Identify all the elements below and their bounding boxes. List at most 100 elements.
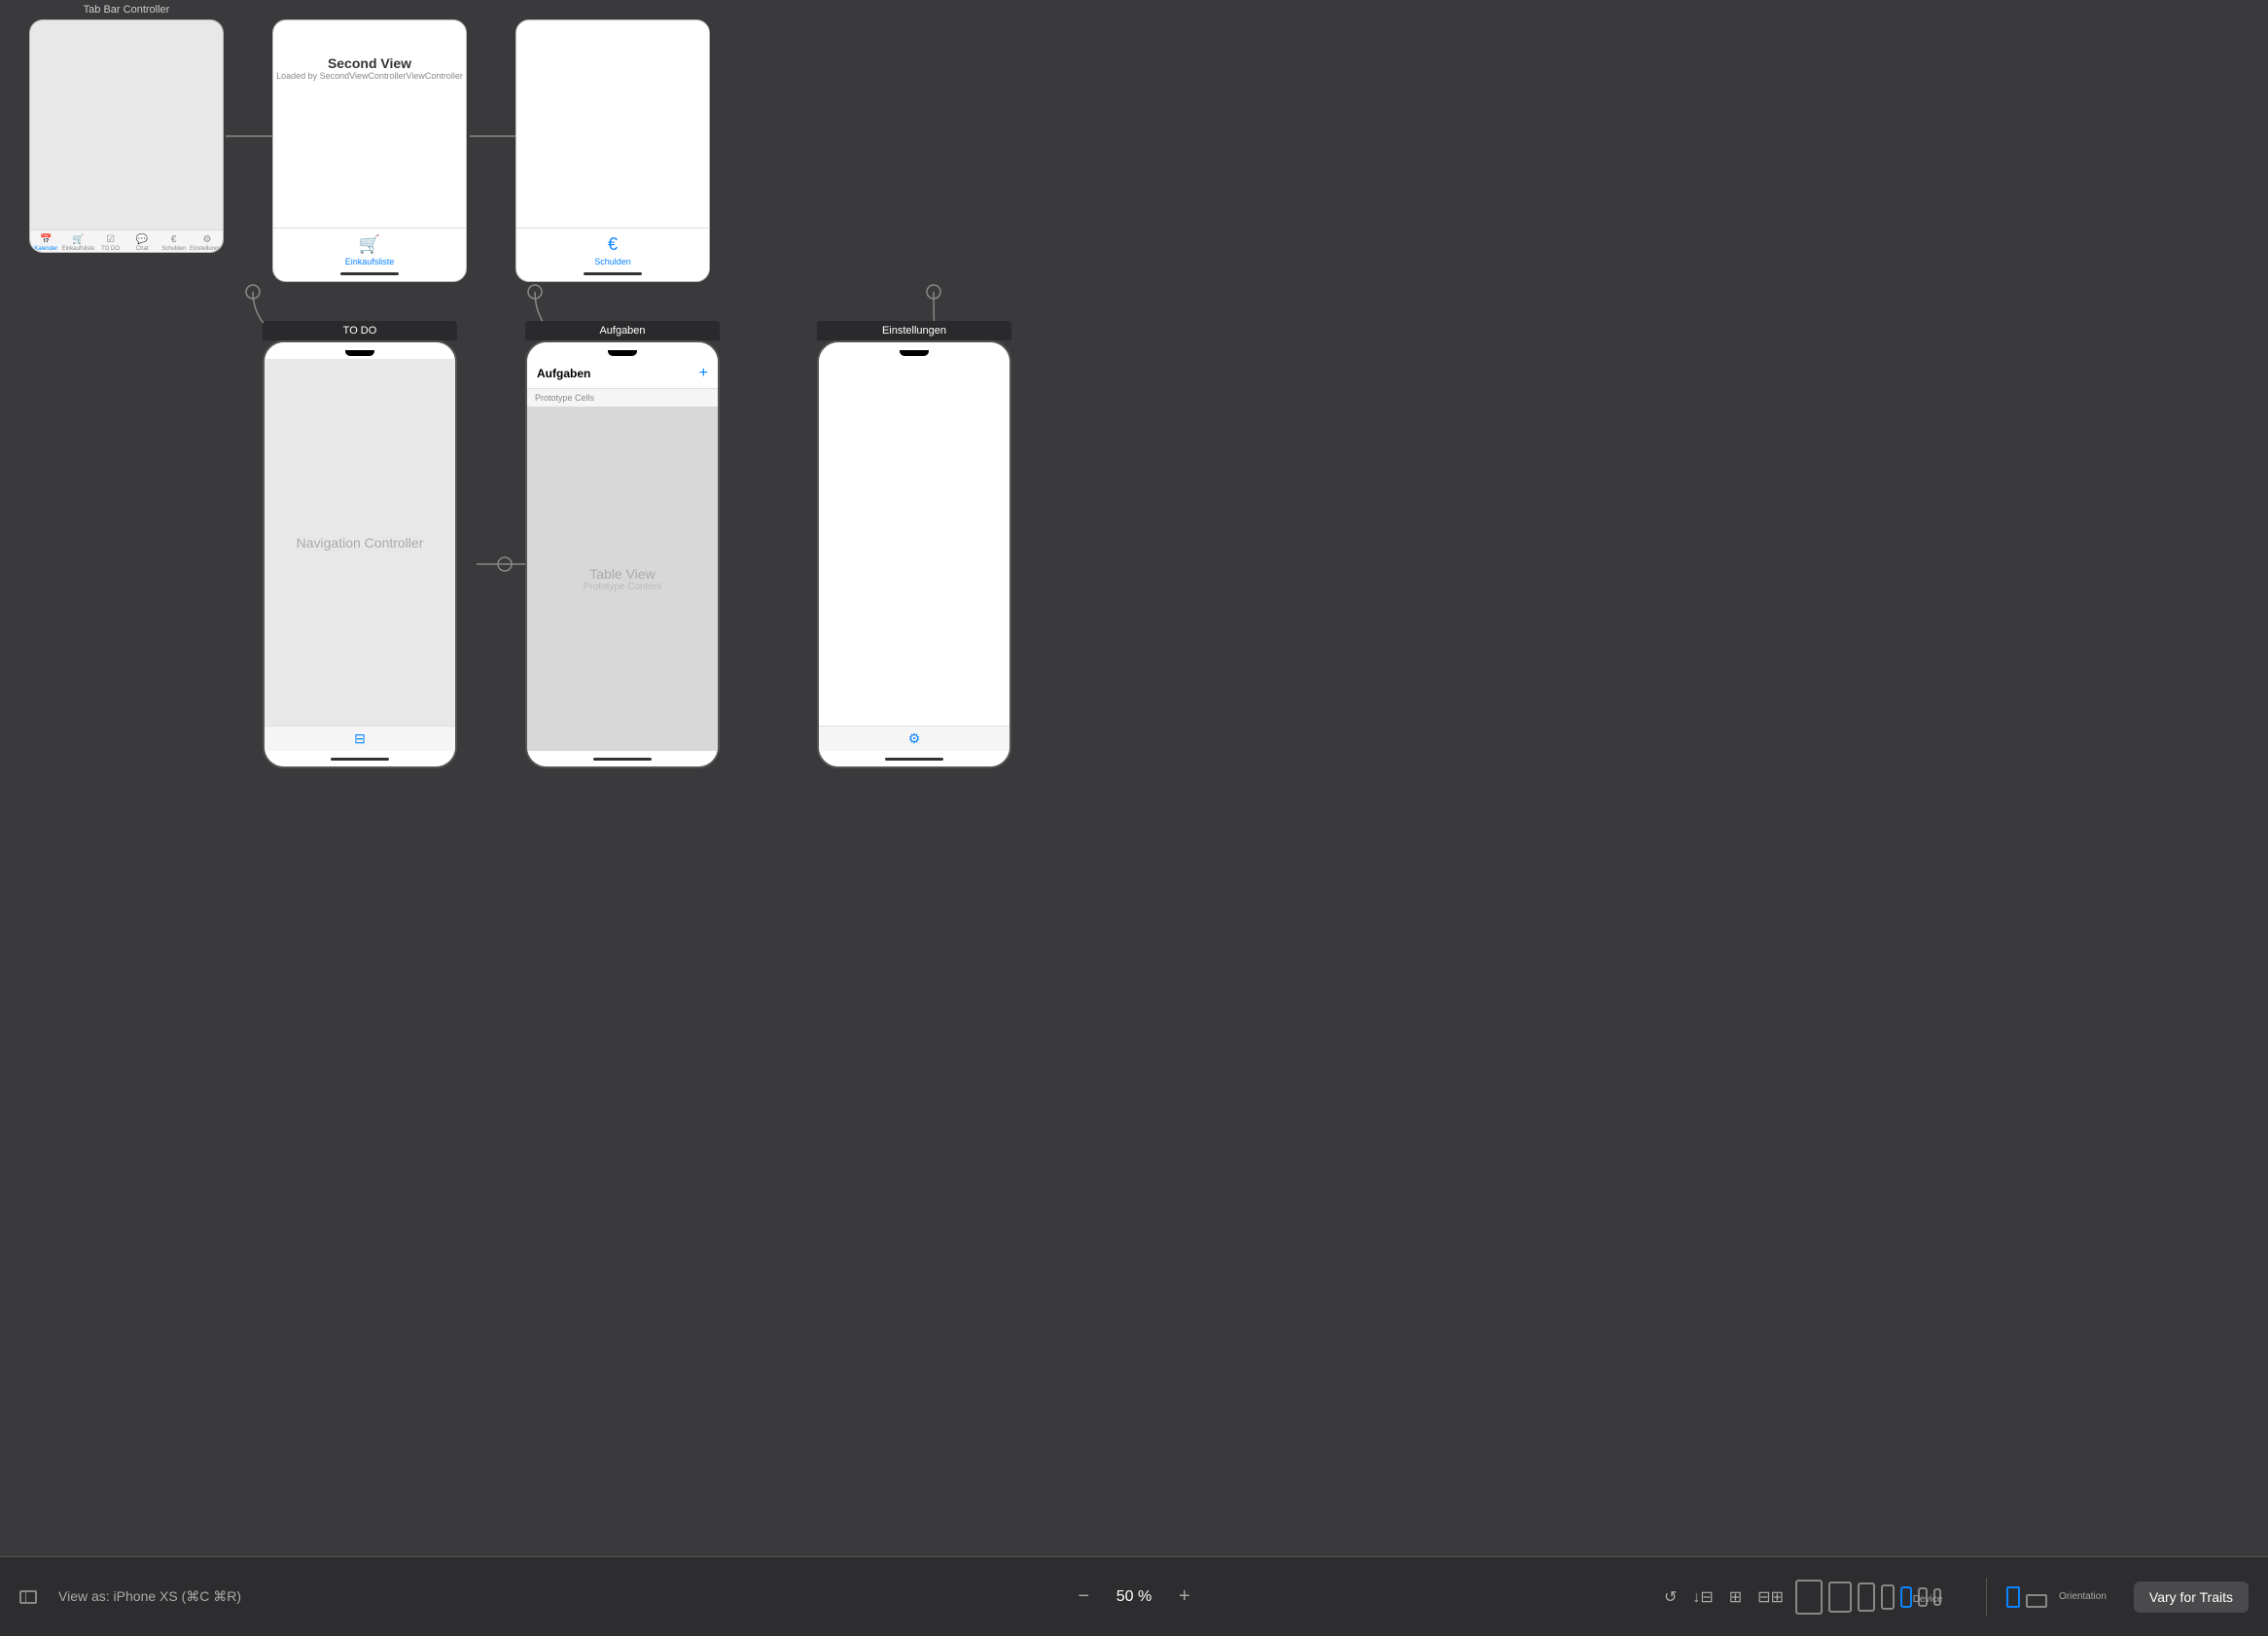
- toolbar-right: ↺ ↓⊟ ⊞ ⊟⊞: [1660, 1578, 2249, 1617]
- second-view-iphone: Second View Loaded by SecondViewControll…: [272, 19, 467, 282]
- scene-todo-nav-controller: TO DO 9:41 ▪▪▪ Navigation Controller ⊟: [263, 321, 457, 768]
- scene-einstellungen: Einstellungen 9:41 ▪▪▪ ⚙: [817, 321, 1011, 768]
- table-view-content: Table View Prototype Content: [527, 407, 718, 751]
- iphone-large-shape: [1858, 1583, 1875, 1612]
- kalender-label: Kalender: [34, 246, 57, 252]
- aufgaben-iphone: 9:41 ▪▪▪ Aufgaben + Prototype Cells Tabl…: [525, 340, 720, 768]
- aufgaben-add-button[interactable]: +: [699, 365, 708, 382]
- tab-chat[interactable]: 💬 Chat: [126, 234, 159, 252]
- einstellungen-label: Einstellungen: [190, 246, 224, 252]
- aufgaben-nav-bar: Aufgaben +: [527, 359, 718, 389]
- einstellungen-status-icons: ▪▪▪: [991, 349, 998, 356]
- settings-bottom-icon: ⚙: [908, 730, 921, 747]
- notch: [345, 350, 374, 356]
- portrait-icon[interactable]: [2006, 1586, 2020, 1608]
- aufgaben-status-icons: ▪▪▪: [699, 349, 706, 356]
- second-view-home-bar: [340, 272, 399, 275]
- chat-label: Chat: [136, 246, 149, 252]
- nav-controller-content: Navigation Controller: [265, 359, 455, 726]
- einstellungen-home-bar: [819, 751, 1010, 766]
- prototype-cells-label: Prototype Cells: [527, 389, 718, 407]
- device-ipad-medium[interactable]: [1828, 1582, 1852, 1613]
- third-view-tab-icon: €: [608, 234, 618, 255]
- aufgaben-home-bar-line: [593, 758, 652, 761]
- vary-for-traits-button[interactable]: Vary for Traits: [2134, 1582, 2249, 1613]
- third-view-tab-label: Schulden: [594, 257, 631, 267]
- third-view-bottom-bar: € Schulden: [516, 228, 709, 281]
- aufgaben-time: 9:41: [539, 348, 554, 357]
- tab-bar-screen: 📅 Kalender 🛒 Einkaufsliste ☑ TO DO 💬 Cha…: [30, 20, 224, 253]
- table-view-label: Table View: [589, 566, 655, 582]
- todo-nav-header: TO DO: [263, 321, 457, 340]
- refresh-icon-button[interactable]: ↺: [1660, 1583, 1681, 1611]
- second-view-tab-label: Einkaufsliste: [345, 257, 395, 267]
- fit-width-button[interactable]: ⊞: [1725, 1583, 1746, 1611]
- bottom-toolbar: View as: iPhone XS (⌘C ⌘R) − 50 % + ↺ ↓⊟…: [0, 1556, 2268, 1636]
- tab-einkaufsliste[interactable]: 🛒 Einkaufsliste: [62, 234, 95, 252]
- todo-nav-iphone: 9:41 ▪▪▪ Navigation Controller ⊟: [263, 340, 457, 768]
- third-view-iphone: € Schulden: [515, 19, 710, 282]
- tab-einstellungen[interactable]: ⚙ Einstellungen: [190, 234, 224, 252]
- todo-nav-time: 9:41: [276, 348, 292, 357]
- kalender-icon: 📅: [40, 234, 52, 245]
- portrait-shape: [2006, 1586, 2020, 1608]
- einstellungen-bottom-icon: ⚙: [819, 726, 1010, 751]
- einkaufsliste-label: Einkaufsliste: [62, 246, 95, 252]
- device-iphone-large[interactable]: [1858, 1583, 1875, 1612]
- einstellungen-time: 9:41: [831, 348, 846, 357]
- einkaufsliste-icon: 🛒: [72, 234, 84, 245]
- tab-schulden[interactable]: € Schulden: [158, 234, 190, 252]
- tab-todo[interactable]: ☑ TO DO: [94, 234, 126, 252]
- scene-third-view: € Schulden: [515, 19, 710, 292]
- einstellungen-notch: [900, 350, 929, 356]
- todo-tab-icon: ☑: [106, 234, 115, 245]
- ipad-large-shape: [1795, 1580, 1823, 1615]
- second-view-subtitle: Loaded by SecondViewControllerViewContro…: [276, 71, 463, 81]
- aufgaben-home-bar: [527, 751, 718, 766]
- second-view-bottom-bar: 🛒 Einkaufsliste: [273, 228, 466, 281]
- view-as-label: View as: iPhone XS (⌘C ⌘R): [58, 1588, 241, 1605]
- einstellungen-icon: ⚙: [203, 234, 212, 245]
- iphone-medium-shape: [1881, 1584, 1895, 1610]
- todo-tab-label: TO DO: [101, 246, 120, 252]
- landscape-shape: [2026, 1594, 2047, 1608]
- toggle-sidebar-icon[interactable]: [19, 1590, 37, 1604]
- expand-button[interactable]: ⊟⊞: [1754, 1583, 1788, 1611]
- tab-bar-content-area: [30, 20, 224, 230]
- device-size-icons: Device: [1795, 1580, 1947, 1615]
- second-view-tab-icon: 🛒: [359, 234, 380, 255]
- third-view-home-bar: [584, 272, 642, 275]
- tab-bar-iphone-frame: 📅 Kalender 🛒 Einkaufsliste ☑ TO DO 💬 Cha…: [29, 19, 224, 253]
- einstellungen-content: [819, 359, 1010, 726]
- orientation-label: Orientation: [2059, 1591, 2107, 1602]
- aufgaben-notch: [608, 350, 637, 356]
- device-iphone-medium[interactable]: [1881, 1584, 1895, 1610]
- schulden-icon: €: [171, 234, 177, 245]
- zoom-out-button[interactable]: −: [1074, 1585, 1093, 1608]
- device-label: Device: [1908, 1594, 1947, 1605]
- scene-aufgaben: Aufgaben 9:41 ▪▪▪ Aufgaben + Prototype C…: [525, 321, 720, 768]
- aufgaben-nav-title: Aufgaben: [537, 367, 590, 380]
- tab-bar-controller-title: Tab Bar Controller: [29, 4, 224, 16]
- tab-kalender[interactable]: 📅 Kalender: [30, 234, 62, 252]
- orientation-icons: [2006, 1586, 2047, 1608]
- nav-controller-label: Navigation Controller: [297, 535, 424, 551]
- einstellungen-header: Einstellungen: [817, 321, 1011, 340]
- scene-second-view: Second View Loaded by SecondViewControll…: [272, 19, 467, 292]
- todo-nav-home-bar: [265, 751, 455, 766]
- toolbar-divider: [1986, 1578, 1987, 1617]
- scene-tab-bar-controller: Tab Bar Controller 📅 Kalender 🛒 Einkaufs…: [29, 19, 224, 263]
- device-ipad-large[interactable]: [1795, 1580, 1823, 1615]
- einstellungen-home-bar-line: [885, 758, 943, 761]
- todo-nav-bottom-icon: ⊟: [265, 726, 455, 751]
- aufgaben-header: Aufgaben: [525, 321, 720, 340]
- landscape-icon[interactable]: [2026, 1594, 2047, 1608]
- zoom-in-button[interactable]: +: [1175, 1585, 1194, 1608]
- toolbar-left: View as: iPhone XS (⌘C ⌘R): [19, 1588, 1660, 1605]
- chat-icon: 💬: [136, 234, 148, 245]
- nav-bottom-tab-icon: ⊟: [354, 730, 366, 747]
- second-view-title: Second View: [276, 55, 463, 71]
- tab-bar-tabs: 📅 Kalender 🛒 Einkaufsliste ☑ TO DO 💬 Cha…: [30, 230, 224, 253]
- storyboard-canvas[interactable]: Tab Bar Controller 📅 Kalender 🛒 Einkaufs…: [0, 0, 2268, 1556]
- download-icon-button[interactable]: ↓⊟: [1688, 1583, 1717, 1611]
